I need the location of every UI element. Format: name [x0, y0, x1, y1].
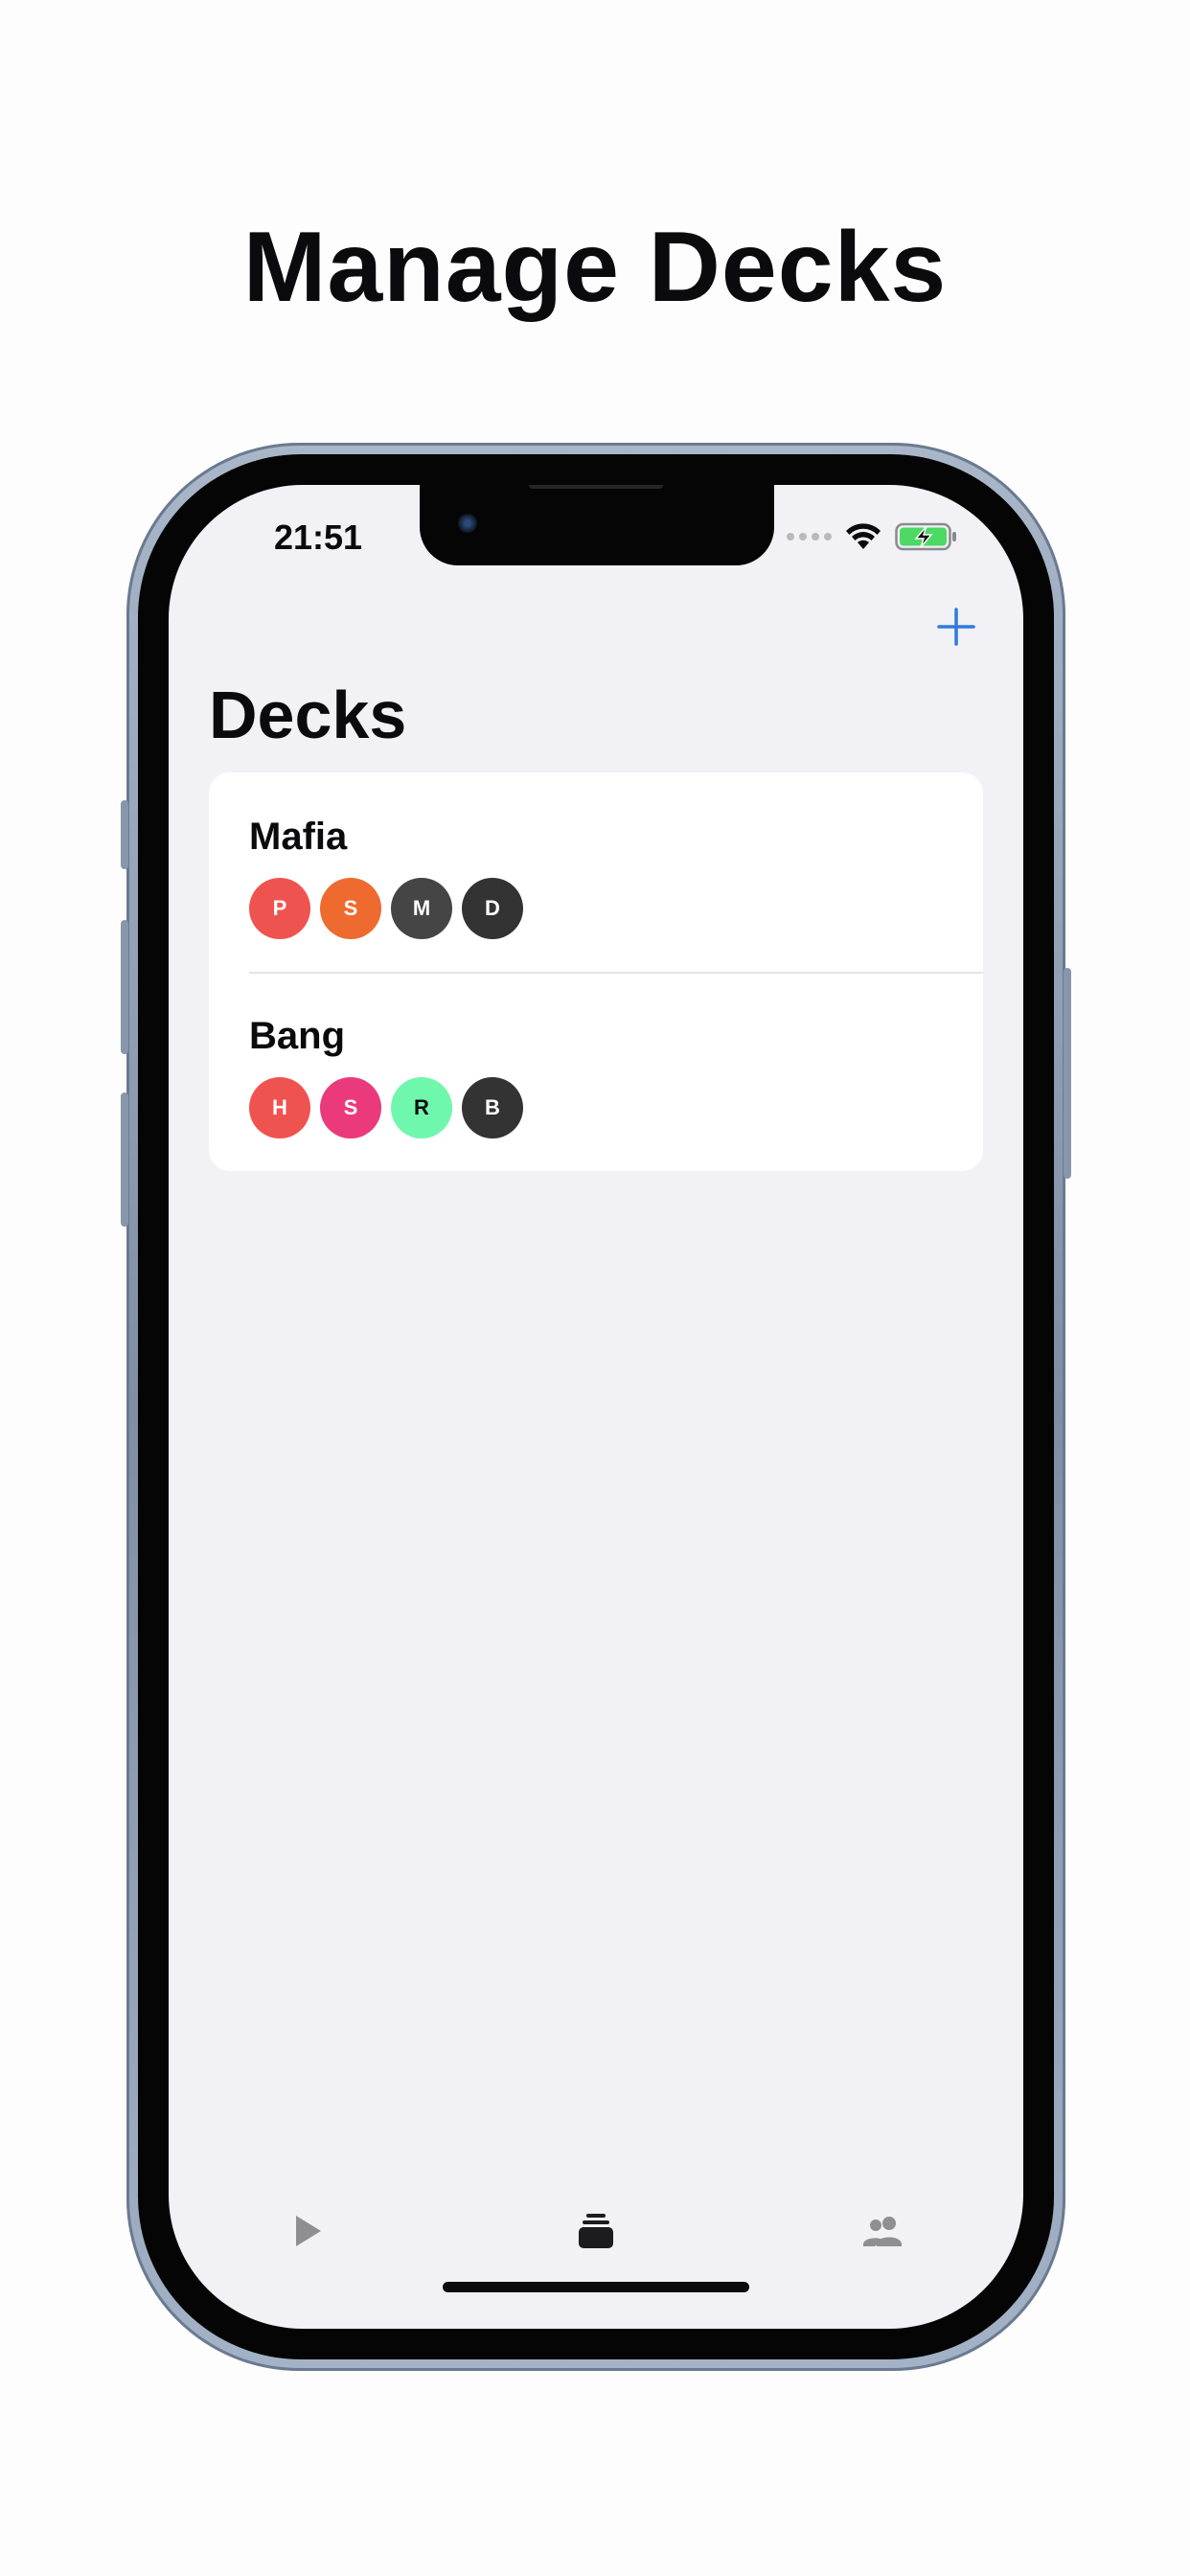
- role-avatar: D: [462, 878, 523, 939]
- add-deck-button[interactable]: [929, 600, 983, 654]
- deck-name: Bang: [249, 1015, 345, 1057]
- volume-up-button: [121, 920, 128, 1054]
- role-avatars: H S R B: [249, 1077, 983, 1138]
- role-avatar: R: [391, 1077, 452, 1138]
- deck-row-bang[interactable]: Bang H S R B: [209, 972, 983, 1171]
- status-icons: [787, 519, 958, 554]
- tab-players[interactable]: [845, 2193, 922, 2269]
- role-avatar: S: [320, 878, 381, 939]
- volume-down-button: [121, 1092, 128, 1227]
- role-avatars: P S M D: [249, 878, 983, 939]
- deck-row-mafia[interactable]: Mafia P S M D: [209, 772, 983, 972]
- tab-decks[interactable]: [558, 2193, 634, 2269]
- role-avatar: S: [320, 1077, 381, 1138]
- role-avatar: H: [249, 1077, 310, 1138]
- battery-charging-icon: [895, 522, 956, 551]
- status-time: 21:51: [274, 518, 363, 557]
- role-avatar: M: [391, 878, 452, 939]
- tab-play[interactable]: [269, 2193, 346, 2269]
- notch: [420, 485, 774, 565]
- silent-switch: [121, 800, 128, 869]
- home-indicator[interactable]: [443, 2282, 749, 2292]
- play-icon: [296, 2216, 321, 2246]
- speaker-grille: [529, 485, 663, 489]
- role-avatar: B: [462, 1077, 523, 1138]
- power-button: [1064, 968, 1071, 1179]
- front-camera: [458, 514, 477, 533]
- people-icon: [863, 2217, 902, 2246]
- page-title: Decks: [209, 678, 407, 752]
- phone-screen: 21:51 Decks Mafia P S M D Bang H S R B: [169, 485, 1023, 2329]
- tab-bar: [169, 2137, 1023, 2329]
- deck-list: Mafia P S M D Bang H S R B: [209, 772, 983, 1171]
- signal-dots-icon: [787, 533, 832, 540]
- role-avatar: P: [249, 878, 310, 939]
- plus-icon: [937, 608, 975, 646]
- deck-name: Mafia: [249, 816, 348, 858]
- wifi-icon: [846, 523, 881, 549]
- headline: Manage Decks: [242, 212, 948, 323]
- card-stack-icon: [579, 2214, 613, 2248]
